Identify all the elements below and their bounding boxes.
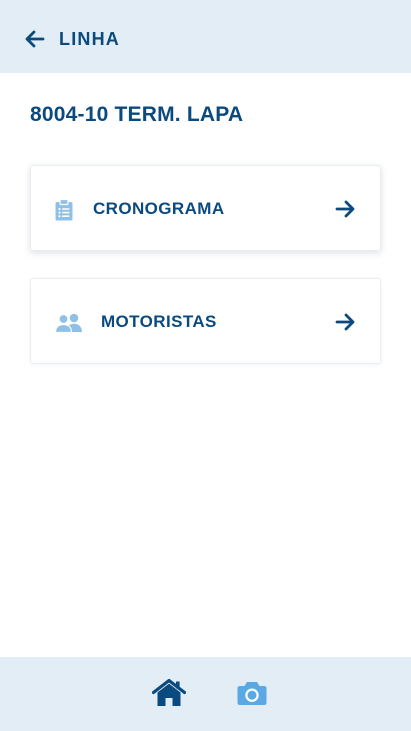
menu-item-label: CRONOGRAMA bbox=[93, 199, 225, 218]
arrow-right-icon bbox=[334, 311, 356, 333]
home-icon bbox=[151, 678, 187, 712]
arrow-right-icon bbox=[334, 198, 356, 220]
back-button[interactable]: LINHA bbox=[22, 22, 120, 56]
arrow-left-icon bbox=[22, 26, 48, 52]
clipboard-list-icon bbox=[54, 199, 74, 221]
page-title: 8004-10 TERM. LAPA bbox=[30, 103, 244, 126]
bottom-navigation bbox=[0, 657, 411, 731]
app-header: LINHA bbox=[0, 0, 411, 73]
menu-item-label: MOTORISTAS bbox=[101, 312, 217, 331]
menu-item-cronograma[interactable]: CRONOGRAMA bbox=[30, 165, 381, 251]
users-icon bbox=[55, 312, 83, 334]
nav-home-button[interactable] bbox=[149, 677, 189, 713]
nav-camera-button[interactable] bbox=[232, 677, 272, 713]
menu-item-motoristas[interactable]: MOTORISTAS bbox=[30, 278, 381, 364]
back-button-label: LINHA bbox=[59, 28, 120, 49]
camera-icon bbox=[237, 680, 267, 711]
